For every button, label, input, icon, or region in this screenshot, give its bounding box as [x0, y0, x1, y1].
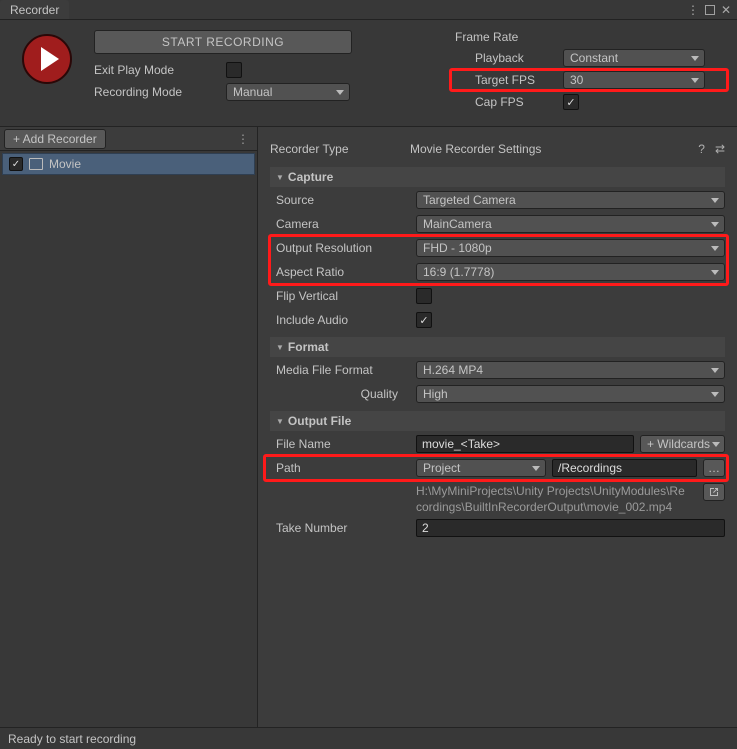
start-recording-button[interactable]: START RECORDING [94, 30, 352, 54]
cap-fps-label: Cap FPS [455, 95, 563, 109]
file-name-label: File Name [276, 437, 416, 451]
section-capture-header[interactable]: Capture [270, 167, 725, 187]
flip-vertical-label: Flip Vertical [276, 289, 416, 303]
target-fps-label: Target FPS [455, 73, 563, 87]
cap-fps-checkbox[interactable] [563, 94, 579, 110]
help-icon[interactable]: ? [698, 142, 705, 156]
frame-rate-label: Frame Rate [455, 30, 725, 44]
reveal-in-explorer-button[interactable] [703, 483, 725, 501]
main-panel: + Add Recorder ⋮ Movie Recorder Type Mov… [0, 126, 737, 727]
top-panel: START RECORDING Exit Play Mode Recording… [0, 20, 737, 126]
path-dropdown[interactable]: Project [416, 459, 546, 477]
preset-icon[interactable]: ⇄ [715, 142, 725, 156]
camera-label: Camera [276, 217, 416, 231]
source-label: Source [276, 193, 416, 207]
exit-play-mode-label: Exit Play Mode [94, 63, 226, 77]
media-format-label: Media File Format [276, 363, 416, 377]
section-capture: Capture Source Targeted Camera Camera Ma… [270, 167, 725, 331]
playback-label: Playback [455, 51, 563, 65]
recorder-list-menu-icon[interactable]: ⋮ [237, 132, 249, 146]
output-resolution-label: Output Resolution [276, 241, 416, 255]
maximize-icon[interactable] [705, 5, 715, 15]
output-resolution-dropdown[interactable]: FHD - 1080p [416, 239, 725, 257]
aspect-ratio-label: Aspect Ratio [276, 265, 416, 279]
play-button[interactable] [22, 34, 72, 84]
recording-mode-dropdown[interactable]: Manual [226, 83, 350, 101]
external-link-icon [708, 486, 720, 498]
section-format: Format Media File Format H.264 MP4 Quali… [270, 337, 725, 405]
path-label: Path [276, 461, 416, 475]
section-output-header[interactable]: Output File [270, 411, 725, 431]
play-icon [41, 47, 59, 71]
source-dropdown[interactable]: Targeted Camera [416, 191, 725, 209]
recorder-type-value: Movie Recorder Settings [410, 142, 541, 156]
quality-dropdown[interactable]: High [416, 385, 725, 403]
recorder-settings-panel: Recorder Type Movie Recorder Settings ? … [258, 127, 737, 727]
close-icon[interactable]: ✕ [721, 3, 731, 17]
quality-label: Quality [276, 387, 416, 401]
resolved-path-text: H:\MyMiniProjects\Unity Projects\UnityMo… [416, 483, 689, 515]
tab-label: Recorder [10, 3, 59, 17]
include-audio-checkbox[interactable] [416, 312, 432, 328]
recorder-list-panel: + Add Recorder ⋮ Movie [0, 127, 258, 727]
kebab-icon[interactable]: ⋮ [687, 3, 699, 17]
browse-button[interactable]: … [703, 459, 725, 477]
include-audio-label: Include Audio [276, 313, 416, 327]
status-text: Ready to start recording [8, 732, 136, 746]
take-number-input[interactable]: 2 [416, 519, 725, 537]
path-subfolder-input[interactable]: /Recordings [552, 459, 697, 477]
take-number-label: Take Number [276, 521, 416, 535]
recorder-list-item[interactable]: Movie [2, 153, 255, 175]
media-format-dropdown[interactable]: H.264 MP4 [416, 361, 725, 379]
file-name-input[interactable]: movie_<Take> [416, 435, 634, 453]
section-output-file: Output File File Name movie_<Take> + Wil… [270, 411, 725, 539]
playback-dropdown[interactable]: Constant [563, 49, 705, 67]
tab-recorder[interactable]: Recorder [0, 0, 69, 19]
aspect-ratio-dropdown[interactable]: 16:9 (1.7778) [416, 263, 725, 281]
add-recorder-button[interactable]: + Add Recorder [4, 129, 106, 149]
recorder-enabled-checkbox[interactable] [9, 157, 23, 171]
wildcards-button[interactable]: + Wildcards [640, 435, 725, 453]
flip-vertical-checkbox[interactable] [416, 288, 432, 304]
titlebar: Recorder ⋮ ✕ [0, 0, 737, 20]
recorder-type-label: Recorder Type [270, 142, 410, 156]
section-format-header[interactable]: Format [270, 337, 725, 357]
recorder-item-label: Movie [49, 157, 81, 171]
camera-dropdown[interactable]: MainCamera [416, 215, 725, 233]
movie-icon [29, 158, 43, 170]
recording-mode-label: Recording Mode [94, 85, 226, 99]
target-fps-dropdown[interactable]: 30 [563, 71, 705, 89]
exit-play-mode-checkbox[interactable] [226, 62, 242, 78]
status-bar: Ready to start recording [0, 727, 737, 749]
